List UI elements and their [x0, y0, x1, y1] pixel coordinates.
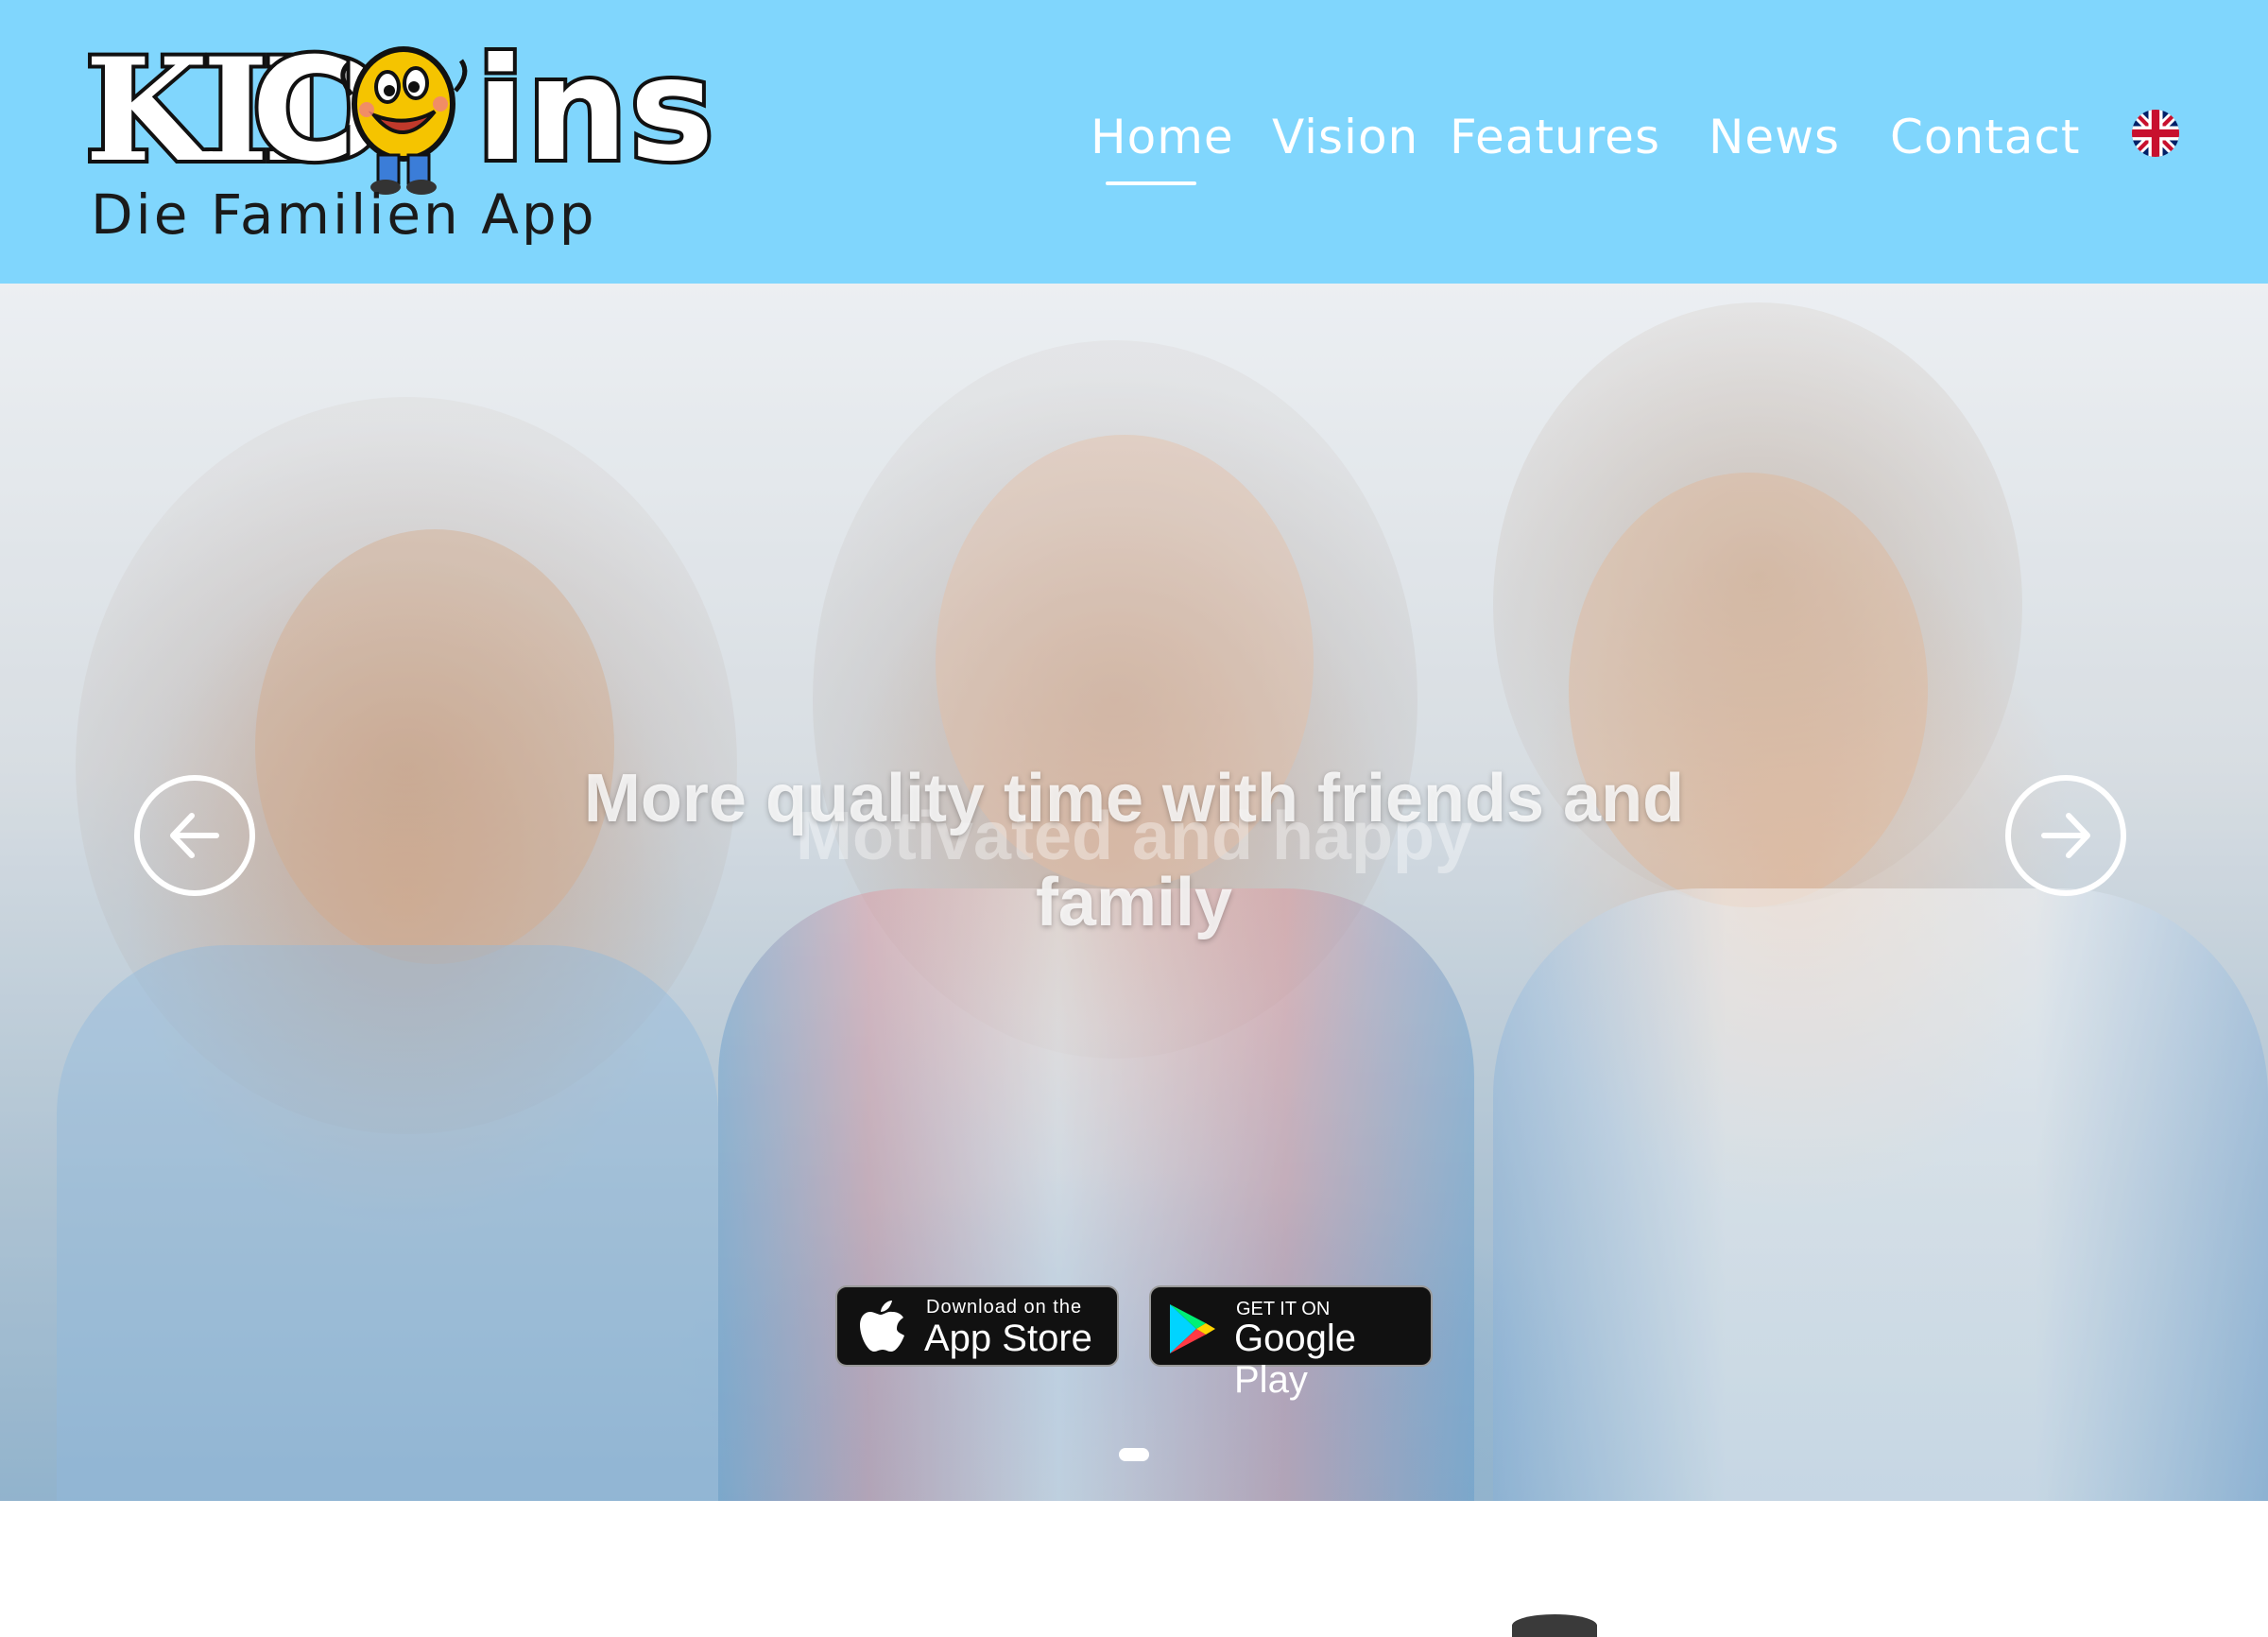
next-section-image-peek [1512, 1614, 1597, 1637]
slider-dot-active[interactable] [1119, 1448, 1149, 1461]
uk-flag-icon[interactable] [2132, 110, 2179, 157]
google-play-small-text: GET IT ON [1236, 1299, 1331, 1319]
nav-item-news[interactable]: News [1709, 104, 1840, 170]
nav-item-vision[interactable]: Vision [1272, 104, 1418, 170]
nav-item-contact[interactable]: Contact [1890, 104, 2081, 170]
slider-next-button[interactable] [2005, 775, 2126, 896]
google-play-big-text: Google Play [1234, 1318, 1356, 1401]
active-nav-underline [1106, 181, 1196, 185]
hero-slider: Motivated and happy More quality time wi… [0, 284, 2268, 1501]
apple-icon [860, 1301, 904, 1352]
slider-prev-button[interactable] [134, 775, 255, 896]
nav-item-home[interactable]: Home [1091, 104, 1234, 170]
app-store-small-text: Download on the [926, 1297, 1083, 1318]
arrow-left-icon [170, 813, 219, 858]
google-play-icon [1170, 1304, 1215, 1353]
nav-item-features[interactable]: Features [1450, 104, 1660, 170]
google-play-button[interactable]: GET IT ON Google Play [1149, 1285, 1433, 1401]
hero-title: More quality time with friends and famil… [583, 761, 1685, 940]
logo-subtitle: Die Familien App [91, 182, 597, 247]
app-store-button[interactable]: Download on the App Store [835, 1285, 1119, 1367]
app-store-big-text: App Store [924, 1318, 1092, 1359]
main-nav: Home Vision Features News Contact [0, 104, 2268, 180]
site-header: KID C ins Die Familien App Home Vision F… [0, 0, 2268, 284]
arrow-right-icon [2041, 813, 2090, 858]
